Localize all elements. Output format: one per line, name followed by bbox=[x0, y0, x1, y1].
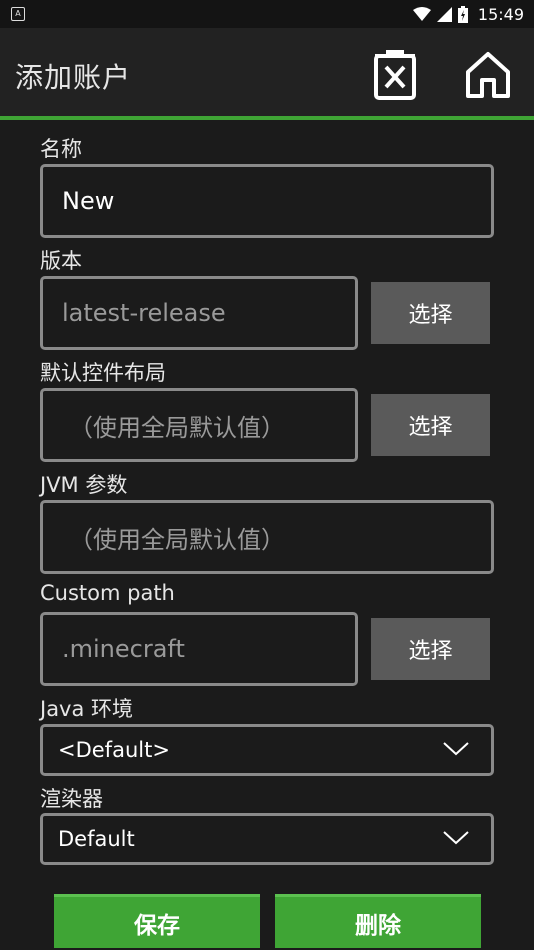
custom-path-input[interactable]: .minecraft bbox=[40, 612, 358, 686]
java-env-label: Java 环境 bbox=[40, 697, 134, 721]
custom-path-label: Custom path bbox=[40, 581, 175, 605]
jvm-args-input[interactable]: （使用全局默认值） bbox=[40, 500, 494, 574]
chevron-down-icon bbox=[443, 831, 469, 845]
wifi-icon bbox=[412, 7, 431, 21]
app-bar: 添加账户 bbox=[0, 28, 534, 116]
control-layout-select-button[interactable]: 选择 bbox=[371, 394, 490, 456]
status-bar: A 15:49 bbox=[0, 0, 534, 28]
jvm-args-label: JVM 参数 bbox=[40, 473, 128, 497]
java-env-dropdown[interactable]: <Default> bbox=[40, 724, 494, 776]
version-input[interactable]: latest-release bbox=[40, 276, 358, 350]
version-label: 版本 bbox=[40, 249, 82, 273]
app-notification-icon: A bbox=[11, 7, 25, 21]
delete-file-icon bbox=[374, 50, 416, 100]
save-button[interactable]: 保存 bbox=[54, 894, 260, 948]
control-layout-label: 默认控件布局 bbox=[40, 361, 166, 385]
name-input[interactable]: New bbox=[40, 164, 494, 238]
status-icons: 15:49 bbox=[412, 4, 524, 24]
renderer-dropdown[interactable]: Default bbox=[40, 813, 494, 865]
java-env-selected: <Default> bbox=[58, 738, 170, 762]
name-label: 名称 bbox=[40, 137, 82, 161]
chevron-down-icon bbox=[443, 742, 469, 756]
signal-icon bbox=[436, 6, 452, 22]
clock: 15:49 bbox=[477, 4, 524, 24]
renderer-selected: Default bbox=[58, 827, 135, 851]
version-select-button[interactable]: 选择 bbox=[371, 282, 490, 344]
custom-path-select-button[interactable]: 选择 bbox=[371, 618, 490, 680]
home-button[interactable] bbox=[460, 46, 516, 102]
delete-button[interactable]: 删除 bbox=[275, 894, 481, 948]
renderer-label: 渲染器 bbox=[40, 787, 103, 811]
home-icon bbox=[466, 52, 510, 98]
header-divider bbox=[0, 116, 534, 120]
battery-icon bbox=[457, 5, 468, 23]
delete-file-button[interactable] bbox=[367, 46, 423, 102]
page-title: 添加账户 bbox=[15, 61, 132, 94]
control-layout-input[interactable]: （使用全局默认值） bbox=[40, 388, 358, 462]
